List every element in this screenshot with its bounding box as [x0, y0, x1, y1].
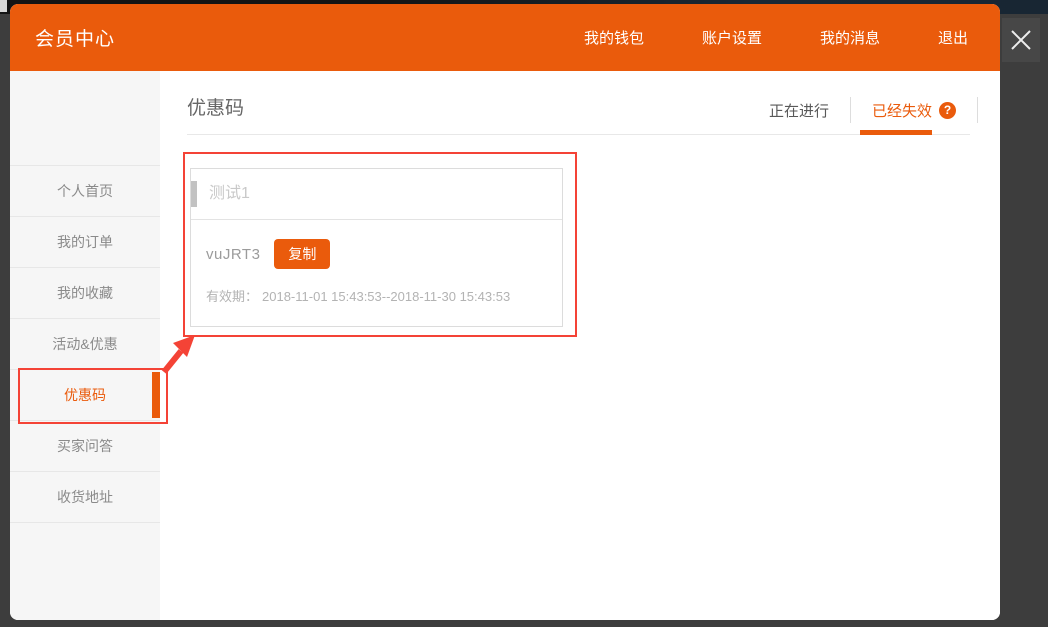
coupon-card: 测试1 vuJRT3 复制 有效期： 2018-11-01 15:43:53--2… — [190, 168, 563, 327]
sidebar-item-label: 活动&优惠 — [52, 336, 117, 352]
coupon-card-header: 测试1 — [191, 169, 562, 220]
sidebar-item-coupon-code[interactable]: 优惠码 — [10, 369, 160, 420]
sidebar-item-label: 买家问答 — [57, 438, 113, 454]
background-corner-fragment — [0, 0, 7, 12]
sidebar-item-activities-offers[interactable]: 活动&优惠 — [10, 318, 160, 369]
nav-my-messages[interactable]: 我的消息 — [820, 27, 880, 48]
close-icon — [1008, 27, 1034, 53]
sidebar-item-label: 我的收藏 — [57, 285, 113, 301]
sidebar-item-label: 我的订单 — [57, 234, 113, 250]
nav-logout[interactable]: 退出 — [938, 27, 968, 48]
sidebar-item-buyer-qa[interactable]: 买家问答 — [10, 420, 160, 471]
sidebar-item-label: 优惠码 — [64, 387, 106, 403]
close-button[interactable] — [1002, 18, 1040, 62]
active-indicator-bar — [152, 372, 160, 418]
page-title: 会员中心 — [35, 24, 115, 51]
sidebar-item-label: 个人首页 — [57, 183, 113, 199]
title-marker-bar — [191, 181, 197, 207]
main-content: 优惠码 正在进行 已经失效 ? 测试1 — [160, 71, 1000, 620]
sidebar-item-my-orders[interactable]: 我的订单 — [10, 216, 160, 267]
section-title: 优惠码 — [187, 93, 244, 120]
coupon-validity: 有效期： 2018-11-01 15:43:53--2018-11-30 15:4… — [191, 269, 562, 305]
modal-body: 个人首页 我的订单 我的收藏 活动&优惠 优惠码 买家问答 — [10, 71, 1000, 620]
active-tab-underline — [860, 130, 932, 135]
coupon-code-text: vuJRT3 — [206, 246, 260, 263]
modal-header: 会员中心 我的钱包 账户设置 我的消息 退出 — [10, 4, 1000, 71]
sidebar: 个人首页 我的订单 我的收藏 活动&优惠 优惠码 买家问答 — [10, 71, 160, 620]
tab-active-coupons[interactable]: 正在进行 — [769, 100, 829, 121]
tab-label: 已经失效 — [872, 100, 932, 121]
sidebar-item-label: 收货地址 — [57, 489, 113, 505]
coupon-code-row: vuJRT3 复制 — [191, 220, 562, 269]
tab-expired-coupons[interactable]: 已经失效 ? — [872, 100, 956, 121]
screen: 会员中心 我的钱包 账户设置 我的消息 退出 个人首页 我的订单 我的收藏 — [0, 0, 1048, 627]
section-divider — [187, 134, 970, 135]
validity-value: 2018-11-01 15:43:53--2018-11-30 15:43:53 — [262, 289, 510, 304]
tab-separator — [977, 97, 978, 123]
tabs: 正在进行 已经失效 ? — [769, 97, 978, 123]
sidebar-item-personal-home[interactable]: 个人首页 — [10, 165, 160, 216]
nav-account-settings[interactable]: 账户设置 — [702, 27, 762, 48]
sidebar-item-my-favorites[interactable]: 我的收藏 — [10, 267, 160, 318]
coupon-name: 测试1 — [191, 169, 562, 219]
sidebar-item-shipping-address[interactable]: 收货地址 — [10, 471, 160, 523]
nav-my-wallet[interactable]: 我的钱包 — [584, 27, 644, 48]
copy-button[interactable]: 复制 — [274, 239, 330, 269]
validity-label: 有效期： — [206, 289, 258, 304]
tab-separator — [850, 97, 851, 123]
header-nav: 我的钱包 账户设置 我的消息 退出 — [584, 27, 1000, 48]
sidebar-spacer — [10, 71, 160, 165]
member-center-modal: 会员中心 我的钱包 账户设置 我的消息 退出 个人首页 我的订单 我的收藏 — [10, 4, 1000, 620]
help-icon[interactable]: ? — [939, 102, 956, 119]
